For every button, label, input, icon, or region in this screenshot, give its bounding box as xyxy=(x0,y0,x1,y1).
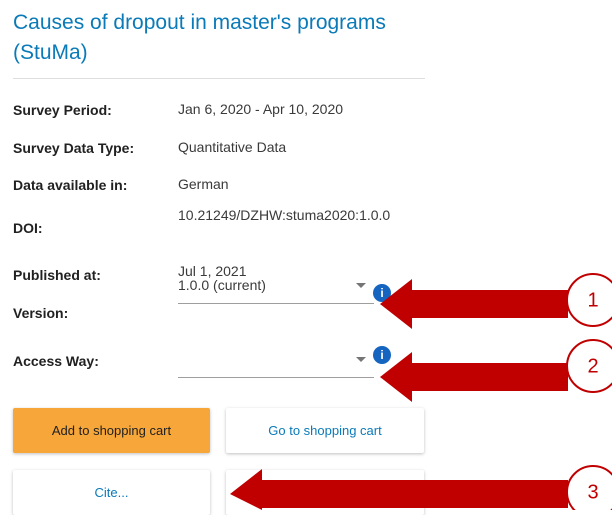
annotation-arrow-3: 3 xyxy=(230,465,612,510)
annotation-overlay: 1 2 3 xyxy=(230,273,612,510)
annotation-arrow-2: 2 xyxy=(380,339,612,402)
annotation-arrow-1: 1 xyxy=(380,273,612,329)
callout-3-text: 3 xyxy=(587,481,598,503)
callout-1-text: 1 xyxy=(587,289,598,311)
callout-2-text: 2 xyxy=(587,355,598,377)
